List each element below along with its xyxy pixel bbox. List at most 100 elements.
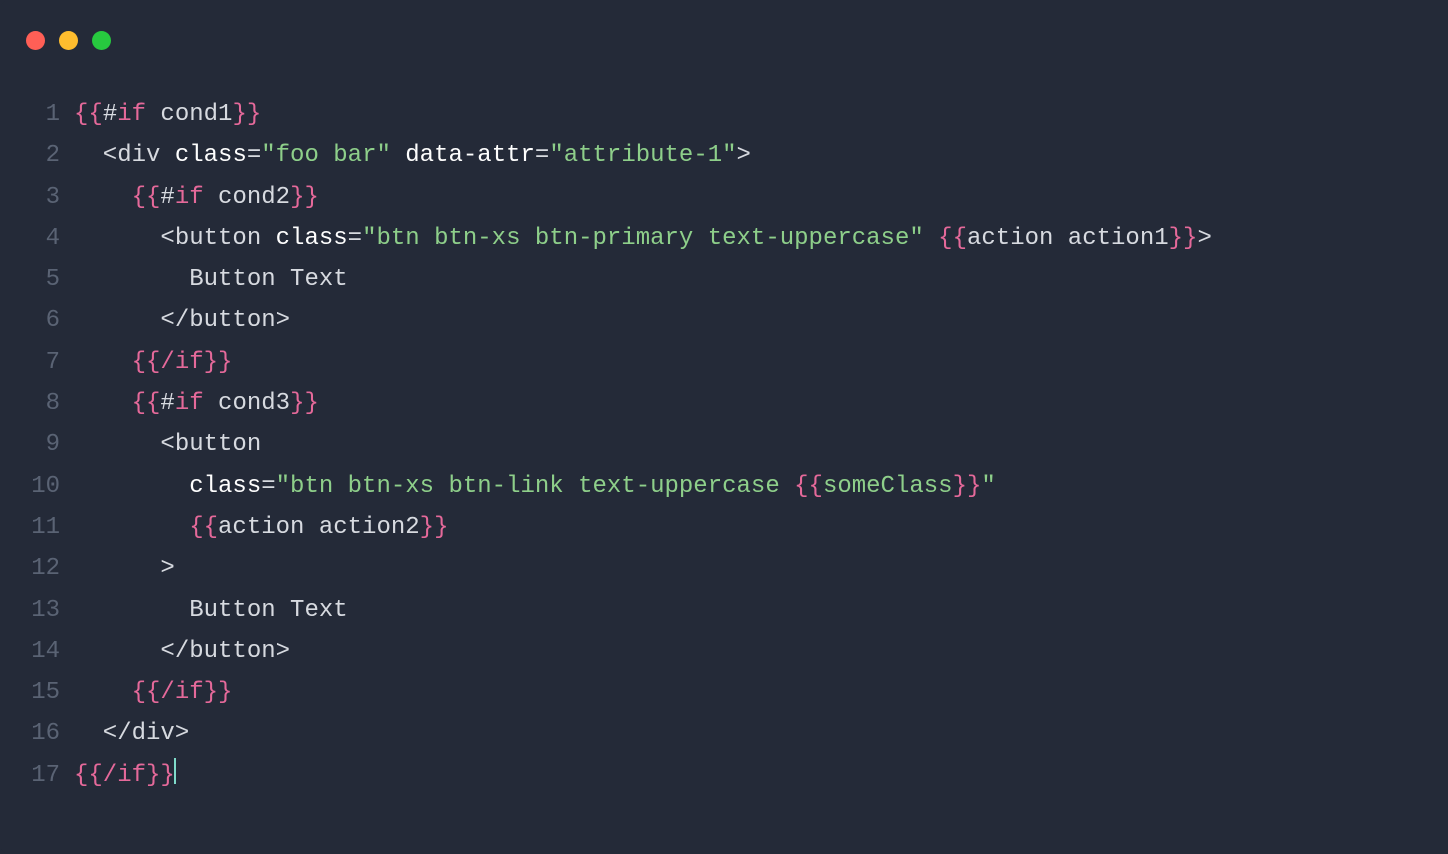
code-line: 6 </button>: [0, 300, 1448, 341]
code-content: >: [74, 548, 175, 589]
code-token: #: [160, 390, 174, 417]
traffic-light-zoom-icon[interactable]: [92, 31, 111, 50]
code-content: </div>: [74, 713, 189, 754]
line-number: 17: [0, 755, 74, 796]
code-line: 17{{/if}}: [0, 755, 1448, 796]
line-number: 15: [0, 672, 74, 713]
code-line: 1{{#if cond1}}: [0, 94, 1448, 135]
line-number: 4: [0, 218, 74, 259]
code-content: <button class="btn btn-xs btn-primary te…: [74, 218, 1212, 259]
code-token: [924, 225, 938, 252]
code-content: <div class="foo bar" data-attr="attribut…: [74, 135, 751, 176]
code-content: {{/if}}: [74, 755, 176, 796]
code-token: [74, 390, 132, 417]
code-line: 4 <button class="btn btn-xs btn-primary …: [0, 218, 1448, 259]
line-number: 16: [0, 713, 74, 754]
code-token: }}: [290, 390, 319, 417]
code-token: #: [160, 184, 174, 211]
code-token: {{: [74, 101, 103, 128]
code-token: cond3: [204, 390, 290, 417]
code-token: {{/if}}: [132, 679, 233, 706]
code-content: {{#if cond1}}: [74, 94, 261, 135]
code-token: {{: [794, 473, 823, 500]
code-editor[interactable]: 1{{#if cond1}}2 <div class="foo bar" dat…: [0, 58, 1448, 796]
code-token: >: [737, 142, 751, 169]
code-token: action action2: [218, 514, 420, 541]
code-line: 11 {{action action2}}: [0, 507, 1448, 548]
code-token: =: [247, 142, 261, 169]
code-token: <div: [74, 142, 175, 169]
code-token: {{: [132, 184, 161, 211]
line-number: 11: [0, 507, 74, 548]
code-token: }}: [232, 101, 261, 128]
code-token: {{: [189, 514, 218, 541]
code-token: =: [348, 225, 362, 252]
code-token: }}: [420, 514, 449, 541]
code-line: 7 {{/if}}: [0, 342, 1448, 383]
code-token: Button Text: [74, 597, 348, 624]
mac-titlebar: [0, 0, 1448, 58]
code-line: 16 </div>: [0, 713, 1448, 754]
code-token: class: [276, 225, 348, 252]
code-token: data-attr: [391, 142, 535, 169]
code-token: Button Text: [74, 266, 348, 293]
code-token: if: [175, 390, 204, 417]
code-token: someClass: [823, 473, 953, 500]
code-token: #: [103, 101, 117, 128]
code-token: <button: [74, 431, 261, 458]
code-token: =: [261, 473, 275, 500]
code-token: cond1: [146, 101, 232, 128]
code-token: {{/if}}: [74, 762, 175, 789]
code-token: {{: [132, 390, 161, 417]
code-content: {{/if}}: [74, 342, 232, 383]
code-line: 8 {{#if cond3}}: [0, 383, 1448, 424]
text-cursor-icon: [174, 758, 176, 784]
code-line: 9 <button: [0, 424, 1448, 465]
line-number: 3: [0, 177, 74, 218]
code-token: </button>: [74, 638, 290, 665]
code-token: [74, 473, 189, 500]
code-token: =: [535, 142, 549, 169]
code-token: if: [175, 184, 204, 211]
code-token: >: [74, 555, 175, 582]
code-content: </button>: [74, 300, 290, 341]
code-token: {{: [938, 225, 967, 252]
code-token: ": [981, 473, 995, 500]
code-content: {{action action2}}: [74, 507, 448, 548]
line-number: 2: [0, 135, 74, 176]
traffic-light-minimize-icon[interactable]: [59, 31, 78, 50]
code-token: <button: [74, 225, 276, 252]
line-number: 9: [0, 424, 74, 465]
code-token: action action1: [967, 225, 1169, 252]
code-token: if: [117, 101, 146, 128]
line-number: 5: [0, 259, 74, 300]
code-token: }}: [290, 184, 319, 211]
line-number: 13: [0, 590, 74, 631]
code-line: 12 >: [0, 548, 1448, 589]
traffic-light-close-icon[interactable]: [26, 31, 45, 50]
line-number: 6: [0, 300, 74, 341]
code-content: Button Text: [74, 590, 348, 631]
code-content: {{#if cond3}}: [74, 383, 319, 424]
code-content: class="btn btn-xs btn-link text-uppercas…: [74, 466, 996, 507]
code-line: 13 Button Text: [0, 590, 1448, 631]
code-token: }}: [1169, 225, 1198, 252]
code-content: Button Text: [74, 259, 348, 300]
line-number: 1: [0, 94, 74, 135]
code-token: [74, 679, 132, 706]
code-token: "attribute-1": [549, 142, 736, 169]
code-content: {{/if}}: [74, 672, 232, 713]
code-line: 3 {{#if cond2}}: [0, 177, 1448, 218]
line-number: 14: [0, 631, 74, 672]
code-token: class: [189, 473, 261, 500]
line-number: 8: [0, 383, 74, 424]
code-token: </button>: [74, 307, 290, 334]
code-token: cond2: [204, 184, 290, 211]
code-token: class: [175, 142, 247, 169]
code-token: "btn btn-xs btn-link text-uppercase: [276, 473, 794, 500]
code-token: "btn btn-xs btn-primary text-uppercase": [362, 225, 924, 252]
code-content: <button: [74, 424, 261, 465]
code-token: [74, 514, 189, 541]
code-token: }}: [953, 473, 982, 500]
code-token: [74, 349, 132, 376]
